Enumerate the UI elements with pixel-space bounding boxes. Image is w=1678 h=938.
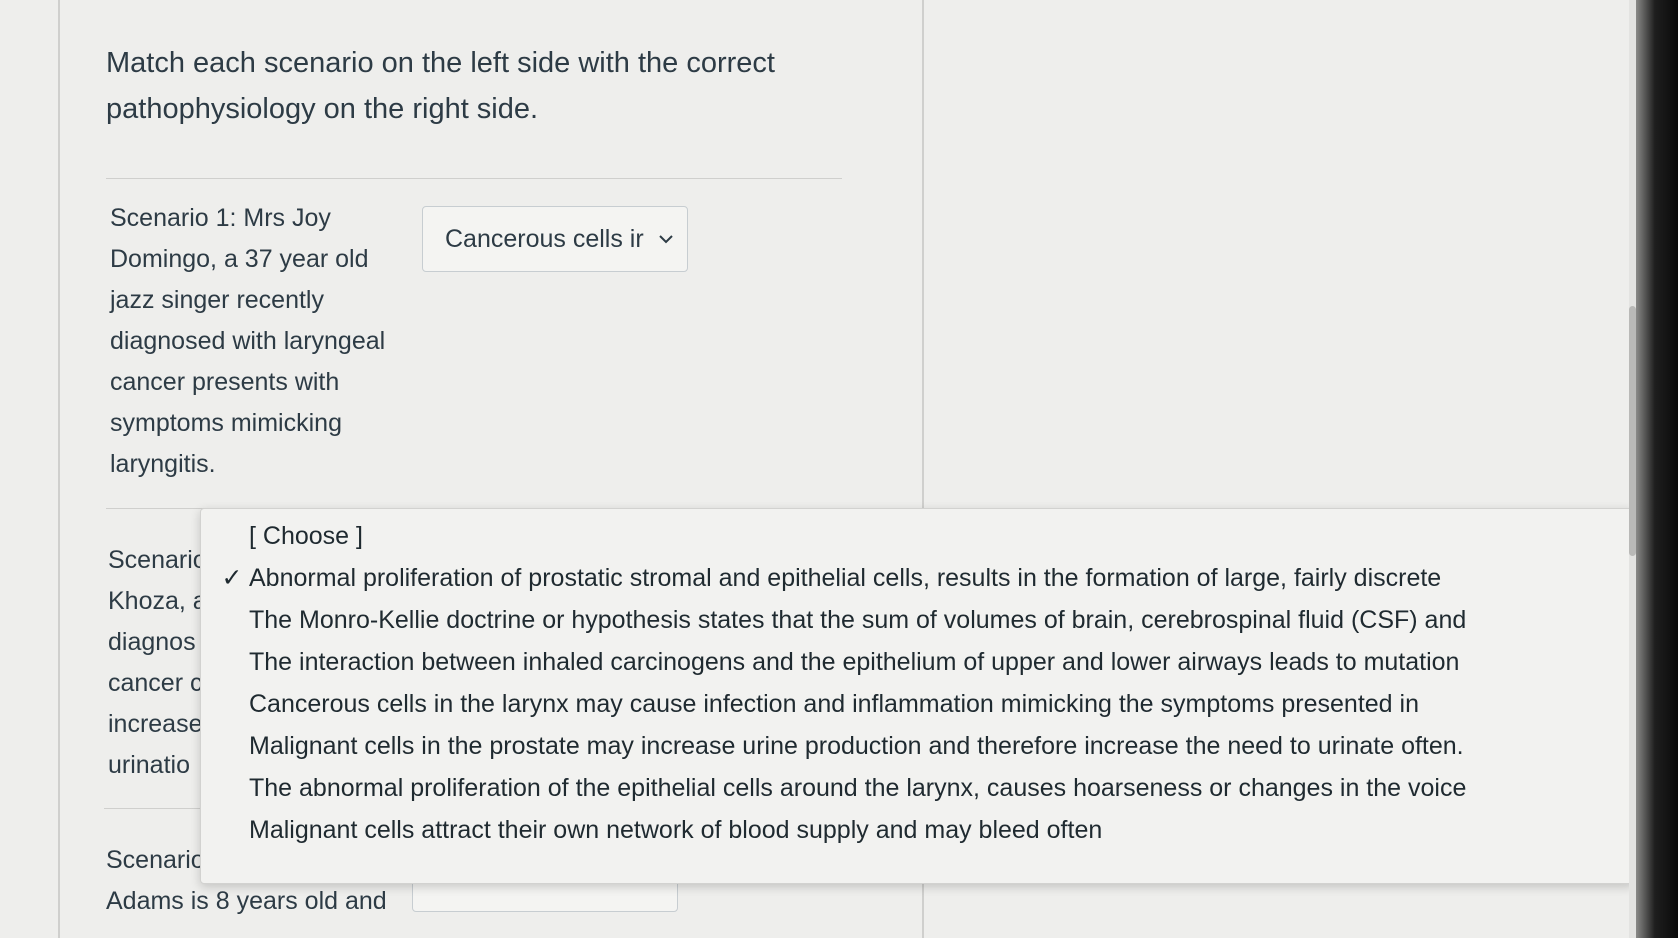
dropdown-option-label: Malignant cells attract their own networ… <box>249 816 1103 844</box>
check-icon: ✓ <box>221 564 243 592</box>
dropdown-option-selected[interactable]: ✓ Abnormal proliferation of prostatic str… <box>201 557 1621 599</box>
dropdown-option[interactable]: The interaction between inhaled carcinog… <box>201 641 1621 683</box>
scenario-2-line: urinatio <box>108 751 190 779</box>
scenario-1-select[interactable]: Cancerous cells ir <box>422 206 688 272</box>
scenario-2-line: increase <box>108 710 203 738</box>
scenario-1-line: symptoms mimicking <box>110 409 342 437</box>
dropdown-option[interactable]: The abnormal proliferation of the epithe… <box>201 767 1621 809</box>
scenario-1-line: Domingo, a 37 year old <box>110 245 369 273</box>
dropdown-option[interactable]: Cancerous cells in the larynx may cause … <box>201 683 1621 725</box>
page-left-border <box>58 0 60 938</box>
dropdown-option-label: Malignant cells in the prostate may incr… <box>249 732 1464 760</box>
scenario-2-text: Scenario Khoza, a diagnos cancer c incre… <box>108 540 207 786</box>
screen-bezel <box>1636 0 1678 938</box>
quiz-page: Match each scenario on the left side wit… <box>0 0 1636 938</box>
dropdown-option-choose[interactable]: ✓[ Choose ] <box>201 515 1621 557</box>
scenario-2-line: Khoza, a <box>108 587 207 615</box>
scenario-1-selected-value: Cancerous cells ir <box>445 224 644 253</box>
dropdown-option-label: Cancerous cells in the larynx may cause … <box>249 690 1419 718</box>
scenario-3-line: Adams is 8 years old and <box>106 887 387 915</box>
scenario-2-line: cancer c <box>108 669 203 697</box>
answer-dropdown-list: ✓[ Choose ] ✓Abnormal proliferation of p… <box>200 508 1634 884</box>
scenario-1-line: jazz singer recently <box>110 286 324 314</box>
scenario-1-line: diagnosed with laryngeal <box>110 327 386 355</box>
dropdown-option-label: The interaction between inhaled carcinog… <box>249 648 1460 676</box>
scenario-2-line: diagnos <box>108 628 196 656</box>
scenario-1-line: Scenario 1: Mrs Joy <box>110 204 331 232</box>
dropdown-option-label: Abnormal proliferation of prostatic stro… <box>249 564 1442 592</box>
scenario-2-line: Scenario <box>108 546 207 574</box>
chevron-down-icon <box>659 235 673 244</box>
divider <box>106 178 842 179</box>
question-prompt: Match each scenario on the left side wit… <box>106 47 775 125</box>
scenario-1-text: Scenario 1: Mrs Joy Domingo, a 37 year o… <box>110 198 385 485</box>
scenario-1-line: laryngitis. <box>110 450 216 478</box>
dropdown-option[interactable]: The Monro-Kellie doctrine or hypothesis … <box>201 599 1621 641</box>
dropdown-option-label: [ Choose ] <box>249 522 363 550</box>
dropdown-option[interactable]: Malignant cells in the prostate may incr… <box>201 725 1621 767</box>
dropdown-option-label: The Monro-Kellie doctrine or hypothesis … <box>249 606 1467 634</box>
page-scrollbar-thumb[interactable] <box>1629 306 1636 556</box>
scenario-1-line: cancer presents with <box>110 368 340 396</box>
dropdown-option[interactable]: Malignant cells attract their own networ… <box>201 809 1621 851</box>
dropdown-option-label: The abnormal proliferation of the epithe… <box>249 774 1467 802</box>
